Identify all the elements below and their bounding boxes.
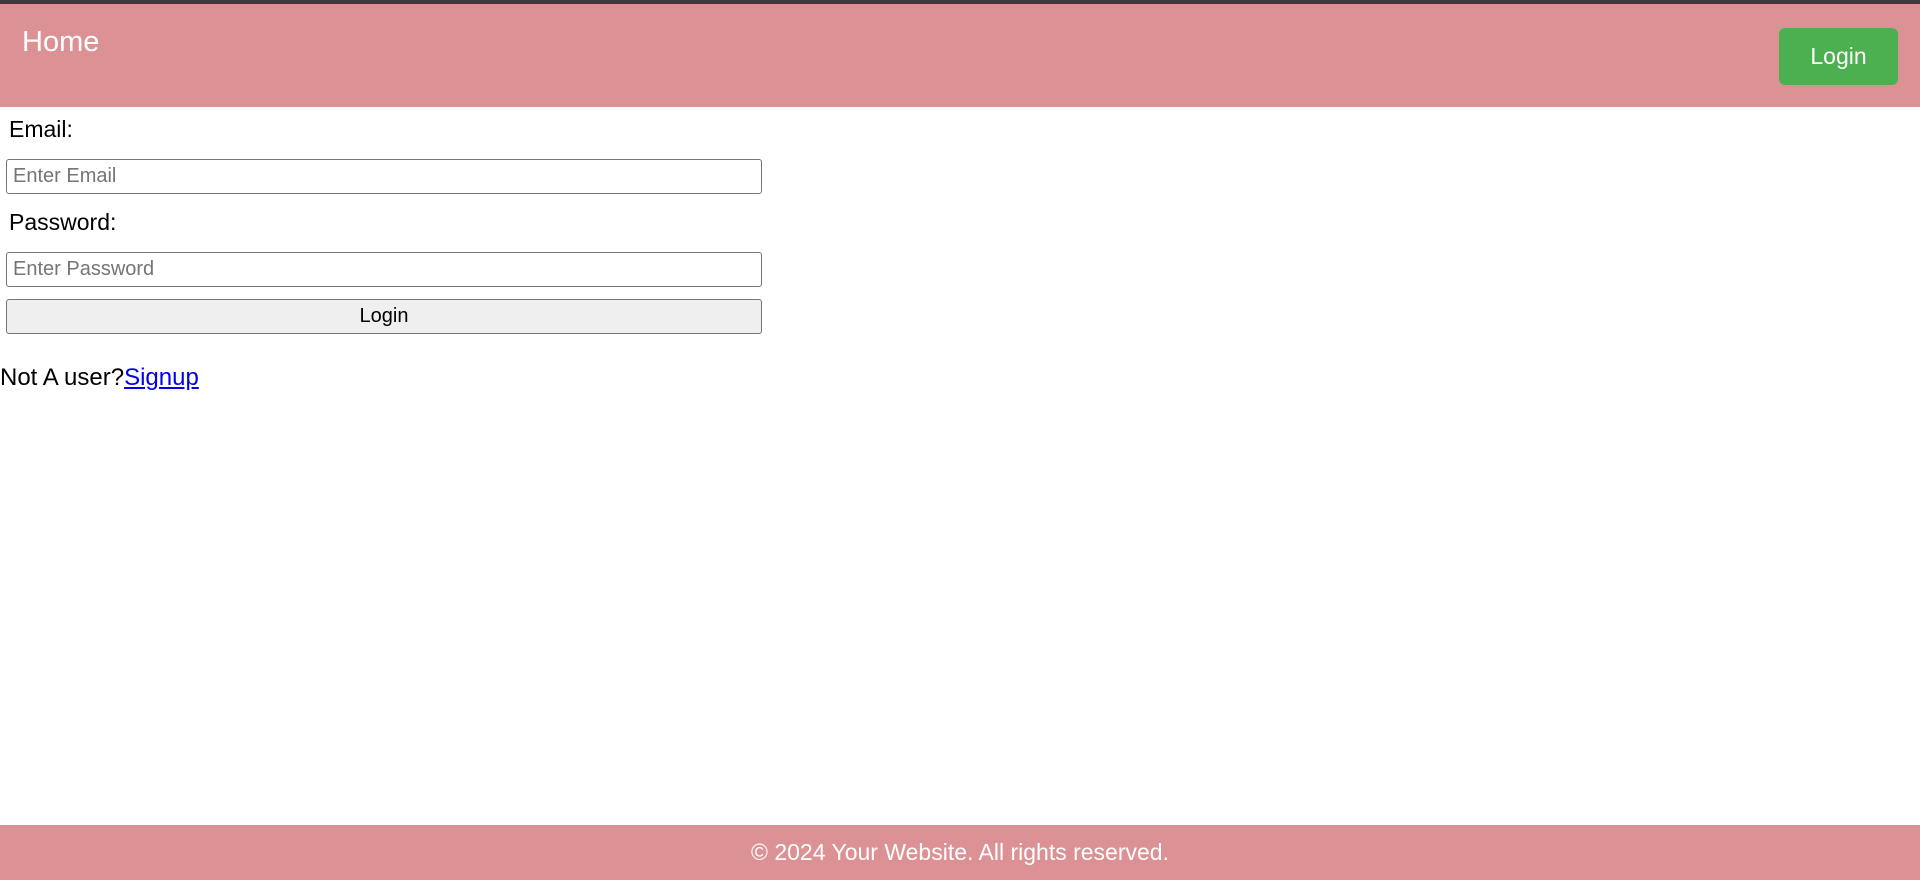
- home-link[interactable]: Home: [22, 26, 99, 59]
- footer-copyright: © 2024 Your Website. All rights reserved…: [751, 839, 1169, 865]
- password-input[interactable]: [6, 252, 762, 287]
- signup-link[interactable]: Signup: [124, 364, 199, 391]
- footer-bar: © 2024 Your Website. All rights reserved…: [0, 825, 1920, 880]
- signup-prompt-line: Not A user?Signup: [0, 364, 199, 392]
- email-label: Email:: [9, 116, 73, 142]
- password-label: Password:: [9, 209, 117, 235]
- email-input[interactable]: [6, 159, 762, 194]
- submit-login-button[interactable]: Login: [6, 299, 762, 334]
- header-login-button[interactable]: Login: [1779, 28, 1898, 85]
- signup-prompt-text: Not A user?: [0, 364, 125, 391]
- header-bar: Home Login: [0, 4, 1920, 107]
